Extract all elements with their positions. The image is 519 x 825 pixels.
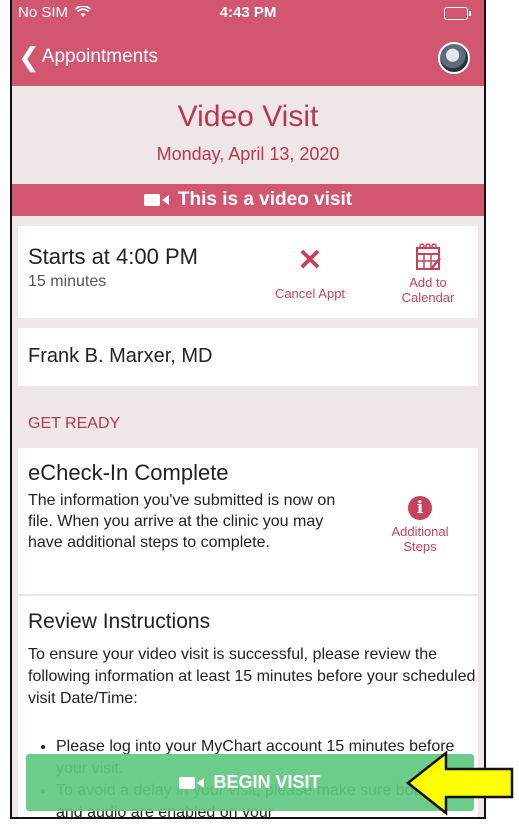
back-chevron-icon: ❮: [18, 42, 40, 72]
back-label: Appointments: [41, 46, 158, 67]
visit-date: Monday, April 13, 2020: [156, 144, 340, 164]
battery-icon: [444, 7, 471, 20]
additional-steps-line2: Steps: [403, 539, 437, 554]
close-icon: ✕: [297, 244, 323, 277]
arrow-annotation: [405, 750, 514, 816]
duration: 15 minutes: [28, 273, 107, 290]
info-icon: i: [408, 496, 432, 520]
back-button[interactable]: ❮ Appointments: [18, 44, 158, 70]
add-to-calendar-button[interactable]: Add to Calendar: [392, 242, 464, 305]
begin-visit-label: BEGIN VISIT: [213, 772, 321, 792]
appointment-time-card: Starts at 4:00 PM 15 minutes ✕ Cancel Ap…: [18, 226, 478, 318]
status-bar: No SIM 4:43 PM: [12, 0, 484, 34]
video-visit-banner: This is a video visit: [12, 184, 484, 216]
review-text: To ensure your video visit is successful…: [28, 646, 476, 707]
banner-text: This is a video visit: [177, 189, 353, 210]
add-to-calendar-line1: Add to: [409, 275, 447, 290]
echeckin-card: eCheck-In Complete The information you'v…: [18, 448, 478, 594]
nav-bar: ❮ Appointments: [12, 34, 484, 86]
echeckin-title: eCheck-In Complete: [28, 460, 229, 485]
additional-steps-button[interactable]: i Additional Steps: [372, 496, 468, 554]
cancel-appt-label: Cancel Appt: [274, 286, 346, 301]
visit-header: Video Visit Monday, April 13, 2020: [12, 86, 484, 184]
cancel-appt-button[interactable]: ✕ Cancel Appt: [264, 244, 356, 302]
start-time: Starts at 4:00 PM: [28, 244, 198, 269]
review-title: Review Instructions: [28, 610, 211, 633]
phone-screen: No SIM 4:43 PM ❮ Appointments Video Visi…: [10, 0, 486, 819]
status-time: 4:43 PM: [219, 4, 277, 21]
page-title: Video Visit: [177, 100, 319, 133]
video-camera-icon: [179, 776, 205, 790]
video-camera-icon: [143, 193, 170, 207]
provider-card[interactable]: Frank B. Marxer, MD: [18, 328, 478, 386]
calendar-icon: [416, 243, 441, 270]
provider-name: Frank B. Marxer, MD: [28, 345, 213, 367]
avatar[interactable]: [438, 42, 470, 74]
get-ready-heading: GET READY: [28, 415, 121, 432]
additional-steps-line1: Additional: [391, 524, 449, 539]
echeckin-text: The information you've submitted is now …: [28, 492, 336, 551]
add-to-calendar-line2: Calendar: [401, 290, 455, 305]
